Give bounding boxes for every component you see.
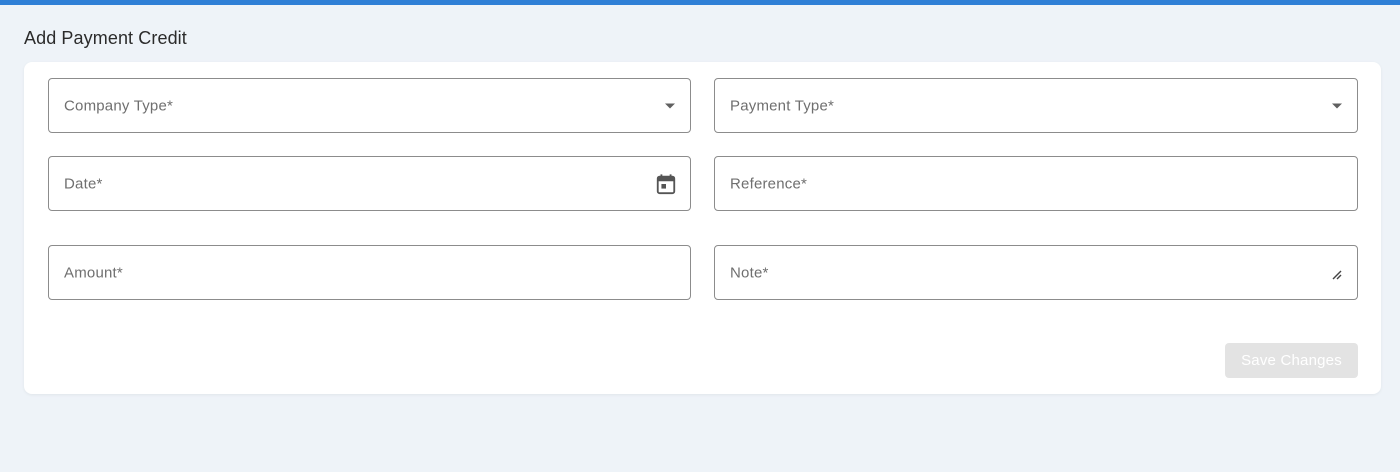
- calendar-icon[interactable]: [655, 173, 677, 195]
- payment-credit-form: Company Type* Payment Type* Date* Refere…: [24, 62, 1381, 394]
- payment-type-select[interactable]: Payment Type*: [714, 78, 1358, 133]
- note-label: Note*: [730, 264, 769, 281]
- amount-label: Amount*: [64, 264, 123, 281]
- page-title: Add Payment Credit: [24, 28, 187, 48]
- payment-type-label: Payment Type*: [730, 97, 835, 114]
- note-textarea[interactable]: Note*: [714, 245, 1358, 300]
- resize-handle-icon[interactable]: [1332, 270, 1342, 280]
- chevron-down-icon: [665, 103, 675, 108]
- top-accent-bar: [0, 0, 1400, 5]
- company-type-select[interactable]: Company Type*: [48, 78, 691, 133]
- date-field[interactable]: Date*: [48, 156, 691, 211]
- amount-field[interactable]: Amount*: [48, 245, 691, 300]
- company-type-label: Company Type*: [64, 97, 174, 114]
- save-changes-button[interactable]: Save Changes: [1225, 343, 1358, 378]
- reference-field[interactable]: Reference*: [714, 156, 1358, 211]
- chevron-down-icon: [1332, 103, 1342, 108]
- reference-label: Reference*: [730, 175, 808, 192]
- date-label: Date*: [64, 175, 103, 192]
